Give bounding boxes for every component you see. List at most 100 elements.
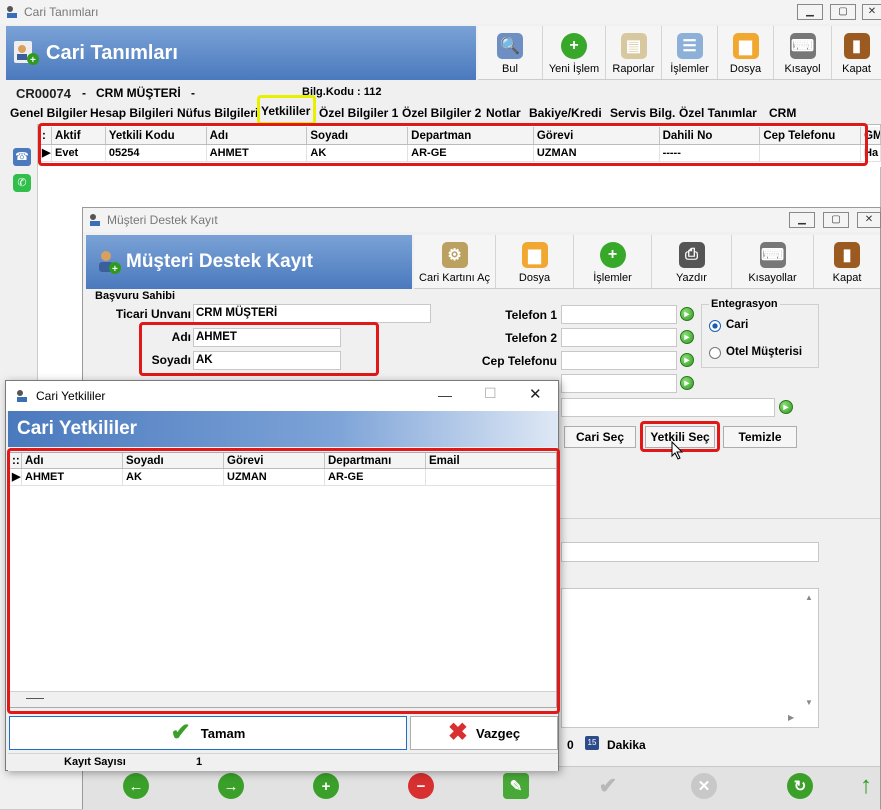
col-gorevi[interactable]: Görevi xyxy=(224,453,325,468)
destek-close-button[interactable]: ✕ xyxy=(857,212,881,228)
destek-maximize-button[interactable]: ▢ xyxy=(823,212,849,228)
raporlar-button[interactable]: ▤ Raporlar xyxy=(606,26,662,79)
col-adi[interactable]: Adı xyxy=(22,453,123,468)
add-record-icon[interactable]: + xyxy=(313,773,339,799)
confirm-icon[interactable]: ✔ xyxy=(595,773,621,799)
destek-titlebar: Müşteri Destek Kayıt xyxy=(83,208,880,232)
tamam-button[interactable]: ✔ Tamam xyxy=(9,716,407,750)
col-gm[interactable]: GM xyxy=(861,127,881,144)
kisayollar-button[interactable]: ⌨ Kısayollar xyxy=(732,235,814,288)
soyadi-field[interactable]: AK xyxy=(193,351,341,370)
nav-forward-icon[interactable]: → xyxy=(218,773,244,799)
cari-karti-ac-button[interactable]: ⚙ Cari Kartını Aç xyxy=(414,235,496,288)
textarea-scroll-up-icon[interactable]: ▲ xyxy=(805,593,813,602)
telefon-2-field[interactable] xyxy=(561,328,677,347)
dialog-close-button[interactable]: ✕ xyxy=(529,385,542,403)
textarea-scroll-down-icon[interactable]: ▼ xyxy=(805,698,813,707)
up-arrow-icon[interactable]: ↑ xyxy=(853,772,879,799)
tab-servis-bilg[interactable]: Servis Bilg. xyxy=(610,106,675,120)
dialog-maximize-button[interactable]: ☐ xyxy=(484,385,497,402)
destek-islemler-button[interactable]: + İşlemler xyxy=(574,235,652,288)
tab-nufus-bilgileri[interactable]: Nüfus Bilgileri xyxy=(177,106,258,120)
entegrasyon-label: Entegrasyon xyxy=(709,298,780,310)
separator-dash: - xyxy=(191,86,195,100)
islemler-button[interactable]: ☰ İşlemler xyxy=(662,26,718,79)
svg-text:+: + xyxy=(112,264,118,275)
email-go-icon[interactable]: ► xyxy=(779,400,793,414)
dialog-minimize-button[interactable]: — xyxy=(438,387,452,403)
main-close-button[interactable]: ✕ xyxy=(862,4,881,20)
phone-extra-go-icon[interactable]: ► xyxy=(680,376,694,390)
adi-field[interactable]: AHMET xyxy=(193,328,341,347)
col-departman[interactable]: Departman xyxy=(408,127,534,144)
radio-cari[interactable] xyxy=(709,320,721,332)
telefon-2-go-icon[interactable]: ► xyxy=(680,330,694,344)
textarea-scroll-right-icon[interactable]: ▶ xyxy=(788,713,794,722)
cari-sec-button[interactable]: Cari Seç xyxy=(564,426,636,448)
dialog-page-title: Cari Yetkililer xyxy=(17,418,138,439)
subject-field[interactable] xyxy=(561,542,819,562)
dakika-label: Dakika xyxy=(607,738,646,752)
table-row[interactable]: ▶ AHMET AK UZMAN AR-GE xyxy=(10,469,556,486)
col-departmani[interactable]: Departmanı xyxy=(325,453,426,468)
vazgec-button[interactable]: ✖ Vazgeç xyxy=(410,716,558,750)
col-adi[interactable]: Adı xyxy=(207,127,308,144)
telefon-1-field[interactable] xyxy=(561,305,677,324)
kisayol-button[interactable]: ⌨ Kısayol xyxy=(774,26,832,79)
table-row[interactable]: ▶ Evet 05254 AHMET AK AR-GE UZMAN ----- … xyxy=(40,145,881,162)
kapat-button[interactable]: ▮ Kapat xyxy=(832,26,881,79)
temizle-button[interactable]: Temizle xyxy=(723,426,797,448)
whatsapp-icon[interactable]: ✆ xyxy=(13,174,31,192)
app-icon xyxy=(7,6,17,18)
ticari-unvan-field[interactable]: CRM MÜŞTERİ xyxy=(193,304,431,323)
cep-telefonu-field[interactable] xyxy=(561,351,677,370)
tab-bakiye-kredi[interactable]: Bakiye/Kredi xyxy=(529,106,602,120)
tab-notlar[interactable]: Notlar xyxy=(486,106,521,120)
tab-ozel-tanimlar[interactable]: Özel Tanımlar xyxy=(679,106,757,120)
bul-button[interactable]: 🔍 Bul xyxy=(478,26,543,79)
row-indicator-header: :: xyxy=(10,453,22,468)
destek-minimize-button[interactable]: ▁ xyxy=(789,212,815,228)
col-gorevi[interactable]: Görevi xyxy=(534,127,660,144)
description-textarea[interactable] xyxy=(561,588,819,728)
tab-ozel-bilgiler-1[interactable]: Özel Bilgiler 1 xyxy=(319,106,398,120)
yetkililer-grid[interactable]: : Aktif Yetkili Kodu Adı Soyadı Departma… xyxy=(40,127,881,167)
refresh-icon[interactable]: ↻ xyxy=(787,773,813,799)
col-soyadi[interactable]: Soyadı xyxy=(123,453,224,468)
delete-record-icon[interactable]: − xyxy=(408,773,434,799)
destek-kapat-button[interactable]: ▮ Kapat xyxy=(814,235,880,288)
col-yetkili-kodu[interactable]: Yetkili Kodu xyxy=(106,127,207,144)
tab-genel-bilgiler[interactable]: Genel Bilgiler xyxy=(10,106,87,120)
col-cep-telefonu[interactable]: Cep Telefonu xyxy=(760,127,862,144)
cep-telefonu-go-icon[interactable]: ► xyxy=(680,353,694,367)
printer-icon: ⎙ xyxy=(678,242,705,268)
vazgec-label: Vazgeç xyxy=(476,725,521,741)
email-field[interactable] xyxy=(561,398,775,417)
edit-record-icon[interactable]: ✎ xyxy=(503,773,529,799)
main-maximize-button[interactable]: ▢ xyxy=(830,4,856,20)
tab-ozel-bilgiler-2[interactable]: Özel Bilgiler 2 xyxy=(402,106,481,120)
tab-hesap-bilgileri[interactable]: Hesap Bilgileri xyxy=(90,106,173,120)
calendar-icon[interactable]: 15 xyxy=(585,736,599,750)
grid-header: : Aktif Yetkili Kodu Adı Soyadı Departma… xyxy=(40,127,881,145)
cari-yetkililer-grid[interactable]: :: Adı Soyadı Görevi Departmanı Email ▶ … xyxy=(9,452,557,708)
destek-dosya-button[interactable]: ▆ Dosya xyxy=(496,235,574,288)
svg-text:+: + xyxy=(30,55,36,66)
nav-back-icon[interactable]: ← xyxy=(123,773,149,799)
dosya-button[interactable]: ▆ Dosya xyxy=(718,26,774,79)
tab-crm[interactable]: CRM xyxy=(769,106,796,120)
phone-icon[interactable]: ☎ xyxy=(13,148,31,166)
basvuru-sahibi-label: Başvuru Sahibi xyxy=(95,290,176,302)
col-email[interactable]: Email xyxy=(426,453,556,468)
customer-code: CR00074 xyxy=(16,86,71,101)
yazdir-button[interactable]: ⎙ Yazdır xyxy=(652,235,732,288)
col-soyadi[interactable]: Soyadı xyxy=(307,127,409,144)
yeni-islem-button[interactable]: + Yeni İşlem xyxy=(543,26,606,79)
main-minimize-button[interactable]: ▁ xyxy=(797,4,823,20)
telefon-1-go-icon[interactable]: ► xyxy=(680,307,694,321)
col-dahili-no[interactable]: Dahili No xyxy=(660,127,761,144)
phone-extra-field[interactable] xyxy=(561,374,677,393)
col-aktif[interactable]: Aktif xyxy=(52,127,106,144)
radio-otel[interactable] xyxy=(709,347,721,359)
cancel-icon[interactable]: ✕ xyxy=(691,773,717,799)
